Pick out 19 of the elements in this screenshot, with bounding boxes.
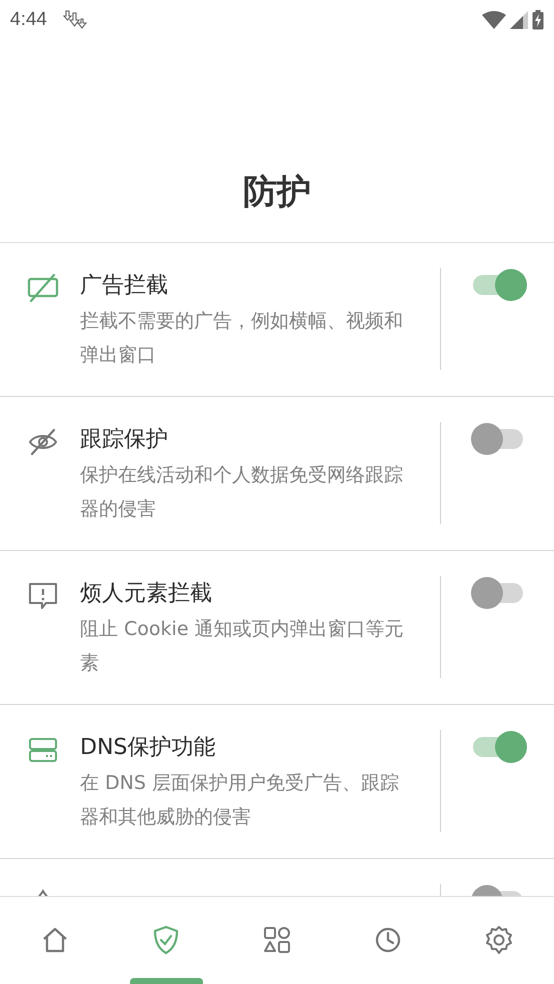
alert-message-icon [27,580,59,612]
wifi-icon [482,11,506,29]
feature-title: DNS保护功能 [80,734,216,762]
toggle-switch[interactable] [471,731,527,763]
battery-charging-icon [532,10,544,30]
feature-title: 广告拦截 [80,272,169,300]
status-time: 4:44 [10,9,47,31]
feature-title: 烦人元素拦截 [80,580,213,608]
toggle-switch[interactable] [471,269,527,301]
feature-title: 跟踪保护 [80,426,169,454]
download-arrows-icon [62,10,87,30]
feature-description: 保护在线活动和个人数据免受网络跟踪器的侵害 [80,463,404,522]
page-title: 防护 [243,171,311,214]
ad-block-icon [27,272,59,304]
signal-icon [510,11,528,29]
feature-description: 在 DNS 层面保护用户免受广告、跟踪器和其他威胁的侵害 [80,771,400,830]
feature-description: 阻止 Cookie 通知或页内弹出窗口等元素 [80,617,405,676]
crossed-eye-icon [27,426,59,458]
feature-description: 拦截不需要的广告，例如横幅、视频和弹出窗口 [80,309,404,368]
